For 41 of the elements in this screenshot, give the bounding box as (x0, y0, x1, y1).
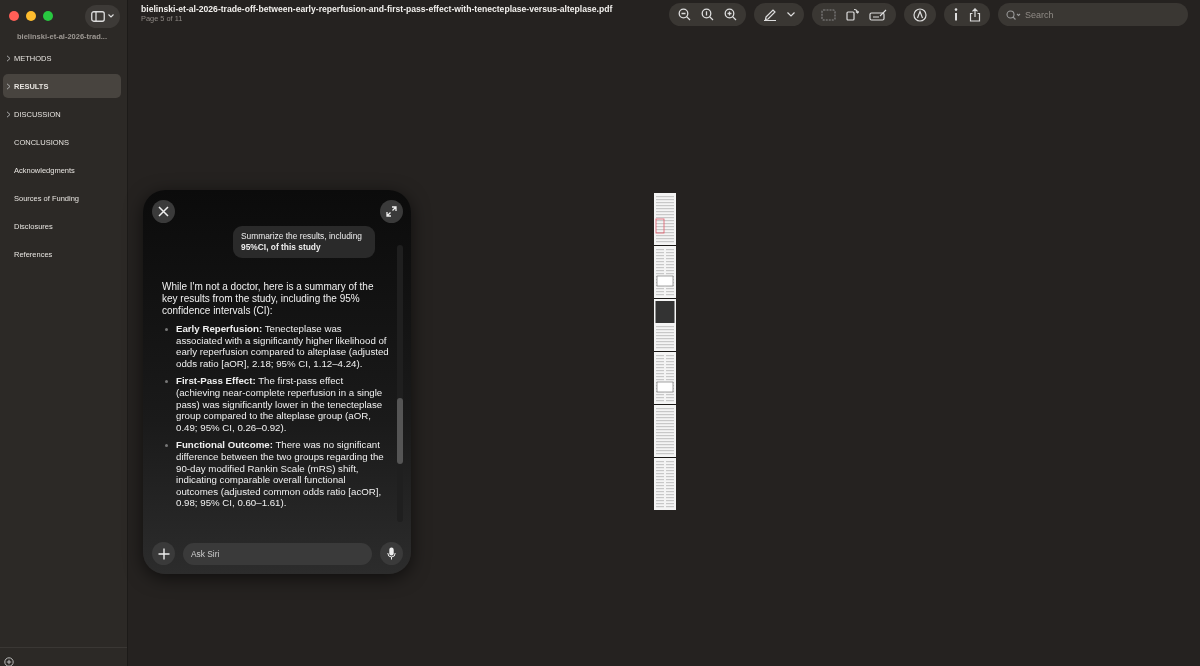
response-bullet: Early Reperfusion: Tenecteplase was associated with a significantly higher likelihood of early reperfusion compared to alteplase (adjusted odds ratio [aOR], 2.18; 95% CI, 1.12–4.24). (176, 323, 389, 370)
chevron-icon (6, 54, 11, 62)
expand-icon (386, 206, 397, 217)
microphone-icon (387, 547, 396, 560)
caret-icon (108, 14, 114, 18)
zoom-out-icon (678, 8, 691, 21)
response-bullet: Functional Outcome: There was no significant difference between the two groups regarding the 90-day modified Rankin Scale (mRS) shift, indicating comparable overall functional outcomes (adjusted common odds ratio [acOR], 0.98; 95% CI, 0.60–1.61). (176, 439, 385, 509)
info-icon (953, 8, 959, 21)
magnifier-icon (701, 8, 714, 21)
message-bubble: Summarize the results, including 95%CI, of this study (233, 226, 375, 258)
add-icon[interactable] (4, 657, 14, 666)
chevron-icon (6, 110, 11, 118)
response-bullet: First-Pass Effect: The first-pass effect (achieving near-complete reperfusion in a single pass) was significantly lower in the tenecteplase group compared to the alteplase group (aOR, 0.49; 95% CI, 0.26–0.92). (176, 375, 384, 434)
bullet-icon (165, 444, 168, 448)
microphone-button[interactable] (380, 542, 403, 565)
scrollbar[interactable] (397, 245, 403, 522)
ask-field[interactable]: Ask Siri (183, 542, 372, 565)
close-icon (158, 206, 169, 217)
pen-tip-icon (913, 7, 927, 22)
plus-icon (157, 547, 170, 560)
expand-button[interactable] (380, 200, 403, 223)
bullet-icon (165, 328, 168, 331)
bullet-icon (165, 380, 168, 384)
signature-icon (869, 8, 887, 21)
pen-icon (763, 8, 777, 21)
window-title: bielinski-et-al-2026-trade-off-between-early-reperfusion-and-first-pass-effect-with-tenecteplase-versus-alteplase.pdf (141, 3, 614, 14)
close-button[interactable] (152, 200, 175, 223)
caret-icon (787, 12, 795, 17)
share-icon (969, 7, 981, 22)
response-paragraph: While I'm not a doctor, here is a summary of the key results from the study, including the 95% confidence intervals (CI): (162, 281, 375, 317)
zoom-in-icon (724, 8, 737, 21)
search-icon (1006, 10, 1022, 20)
zoom-window-button[interactable] (43, 11, 53, 21)
chevron-icon (6, 82, 11, 90)
sidebar-toggle-button[interactable] (85, 4, 120, 28)
minimize-window-button[interactable] (26, 11, 36, 21)
search-field[interactable]: Search (998, 3, 1188, 26)
sidebar-icon (91, 10, 105, 22)
add-button[interactable] (152, 542, 175, 565)
rotate-icon (846, 8, 859, 21)
close-window-button[interactable] (9, 11, 19, 21)
